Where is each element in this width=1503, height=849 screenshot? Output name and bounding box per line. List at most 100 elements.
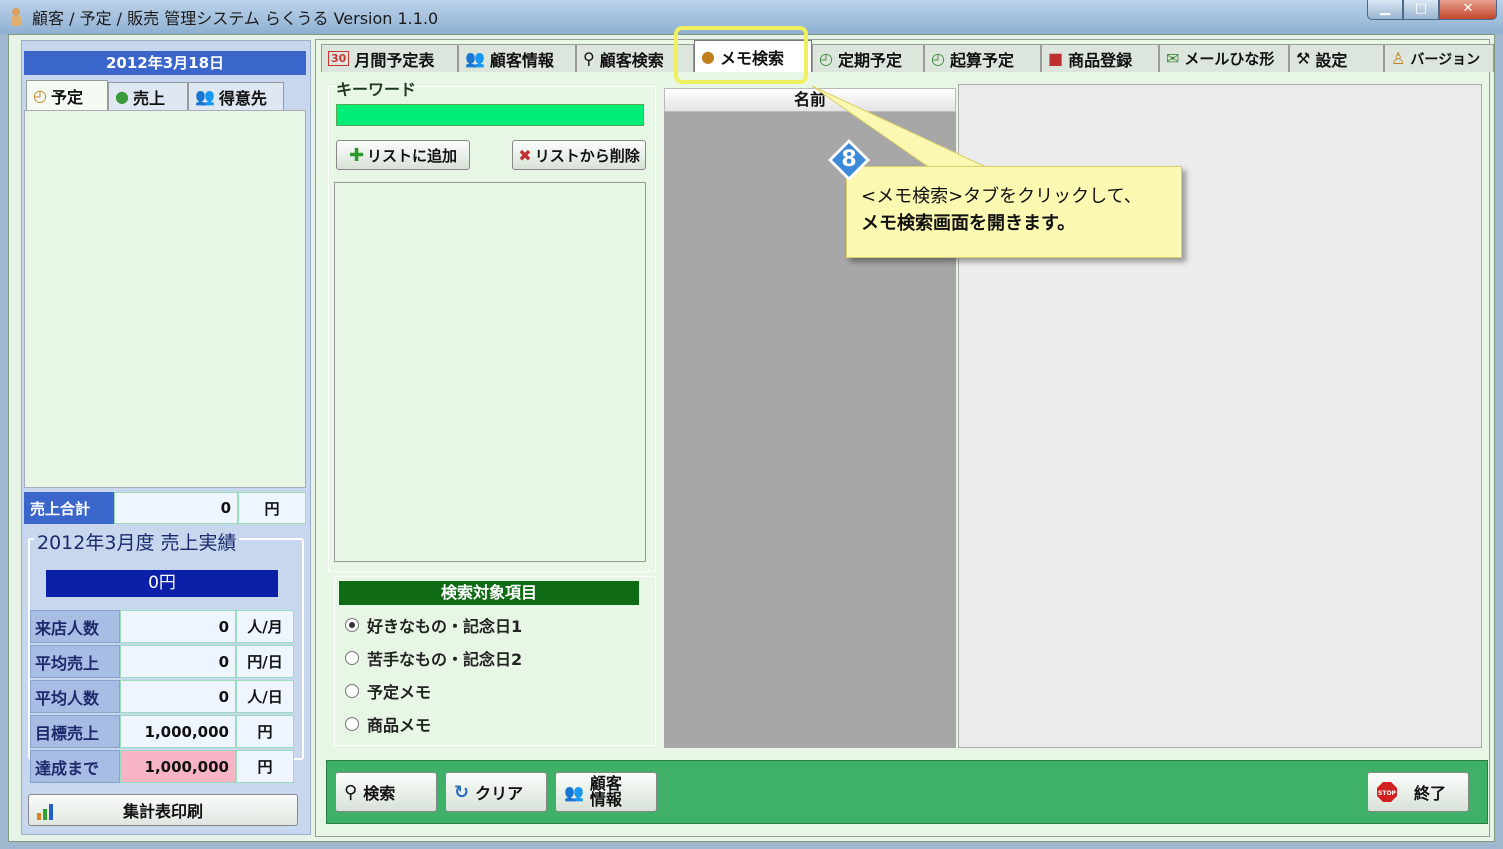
search-target-label: 予定メモ [367, 683, 432, 702]
svg-text:STOP: STOP [1378, 790, 1397, 797]
people-icon: 👥 [465, 49, 485, 68]
keyword-input[interactable] [336, 104, 644, 126]
tab-label: 定期予定 [837, 50, 902, 70]
clear-button[interactable]: ↻ クリア [445, 772, 547, 812]
left-tab-label: 得意先 [218, 88, 267, 108]
schedule-list[interactable] [24, 110, 306, 488]
current-date: 2012年3月18日 [24, 51, 306, 75]
customer-info-button[interactable]: 👥 顧客 情報 [555, 772, 657, 812]
search-target-option[interactable]: 予定メモ [345, 679, 431, 703]
search-target-option[interactable]: 好きなもの・記念日1 [345, 613, 522, 637]
left-tab-sales[interactable]: ● 売上 [108, 82, 188, 110]
tab-product-registration[interactable]: ■ 商品登録 [1041, 44, 1159, 72]
clock-icon: ◴ [819, 49, 833, 68]
close-button[interactable]: ✕ [1439, 0, 1497, 20]
close-icon: ✕ [1462, 1, 1474, 16]
remove-from-list-label: リストから削除 [534, 146, 640, 165]
callout-line1: <メモ検索>タブをクリックして、 [861, 186, 1142, 207]
search-target-label: 苦手なもの・記念日2 [367, 650, 523, 669]
search-target-option[interactable]: 苦手なもの・記念日2 [345, 646, 522, 670]
stop-icon: STOP [1377, 782, 1397, 802]
minimize-button[interactable]: ▁ [1367, 0, 1403, 20]
plus-icon: ✚ [348, 144, 365, 166]
print-summary-label: 集計表印刷 [122, 802, 203, 821]
monthly-results-title: 2012年3月度 売上実績 [34, 528, 240, 555]
callout-line2: メモ検索画面を開きます。 [861, 213, 1076, 234]
window-title: 顧客 / 予定 / 販売 管理システム らくうる Version 1.1.0 [32, 9, 439, 28]
people-icon: 👥 [564, 782, 584, 802]
results-row: 目標売上 1,000,000 円 [30, 715, 294, 748]
cross-icon: ✖ [518, 145, 532, 165]
tab-version[interactable]: ♙ バージョン [1384, 44, 1494, 72]
results-row-unit: 円 [236, 750, 294, 783]
remove-from-list-button[interactable]: ✖ リストから削除 [512, 140, 646, 170]
tab-mail-templates[interactable]: ✉ メールひな形 [1159, 44, 1289, 72]
search-target-group: 検索対象項目 好きなもの・記念日1 苦手なもの・記念日2 予定メモ 商品メモ [334, 576, 656, 746]
tab-label: 商品登録 [1068, 50, 1133, 70]
mail-icon: ✉ [1166, 49, 1180, 68]
exit-label: 終了 [1414, 784, 1447, 803]
results-row-value: 0 [120, 610, 236, 643]
bar-chart-icon [37, 804, 53, 820]
tab-label: 月間予定表 [354, 50, 435, 70]
search-icon: ⚲ [344, 781, 358, 803]
keyword-label: キーワード [336, 80, 417, 99]
results-row-label: 平均人数 [30, 680, 120, 713]
results-row-label: 目標売上 [30, 715, 120, 748]
customer-info-line2: 情報 [589, 790, 622, 809]
left-tab-clients[interactable]: 👥 得意先 [188, 82, 284, 110]
search-target-label: 好きなもの・記念日1 [367, 617, 523, 636]
results-row: 来店人数 0 人/月 [30, 610, 294, 643]
results-row: 平均人数 0 人/日 [30, 680, 294, 713]
monthly-results-total: 0円 [46, 570, 278, 597]
search-target-label: 商品メモ [367, 716, 432, 735]
results-row: 達成まで 1,000,000 円 [30, 750, 294, 783]
results-row-value: 0 [120, 645, 236, 678]
clock-icon: ◴ [931, 49, 945, 68]
tab-label: 顧客情報 [489, 50, 554, 70]
results-row-value: 0 [120, 680, 236, 713]
add-to-list-button[interactable]: ✚ リストに追加 [336, 140, 470, 170]
tab-label: 顧客検索 [599, 50, 664, 70]
tab-settings[interactable]: ⚒ 設定 [1289, 44, 1384, 72]
radio-icon [345, 684, 359, 698]
tools-icon: ⚒ [1296, 49, 1311, 68]
clear-label: クリア [475, 784, 524, 803]
app-icon [11, 8, 21, 26]
money-bag-icon: ● [115, 87, 129, 106]
results-row-value: 1,000,000 [120, 715, 236, 748]
radio-icon [345, 651, 359, 665]
left-tabs: ◴ 予定 ● 売上 👥 得意先 [26, 80, 284, 110]
app-frame: 2012年3月18日 ◴ 予定 ● 売上 👥 得意先 売上合計 0 円 2012… [8, 34, 1495, 842]
radio-selected-icon [345, 618, 359, 632]
search-button[interactable]: ⚲ 検索 [335, 772, 437, 812]
tab-monthly-schedule[interactable]: 30 月間予定表 [321, 44, 458, 72]
left-tab-schedule[interactable]: ◴ 予定 [26, 80, 108, 110]
radio-icon [345, 717, 359, 731]
step-number: 8 [841, 147, 857, 172]
search-target-option[interactable]: 商品メモ [345, 712, 431, 736]
step-badge: 8 [827, 138, 871, 182]
results-row-unit: 円/日 [236, 645, 294, 678]
add-to-list-label: リストに追加 [367, 146, 458, 165]
tab-reckoned-schedule[interactable]: ◴ 起算予定 [924, 44, 1041, 72]
tab-customer-info[interactable]: 👥 顧客情報 [458, 44, 576, 72]
tab-recurring-schedule[interactable]: ◴ 定期予定 [812, 44, 924, 72]
results-row-unit: 円 [236, 715, 294, 748]
search-label: 検索 [363, 784, 396, 803]
results-row-label: 達成まで [30, 750, 120, 783]
name-column-header[interactable]: 名前 [664, 88, 956, 112]
keyword-list[interactable] [334, 182, 646, 562]
gift-icon: ■ [1048, 49, 1064, 68]
results-row-value: 1,000,000 [120, 750, 236, 783]
results-row-label: 来店人数 [30, 610, 120, 643]
tab-label: メールひな形 [1184, 50, 1275, 68]
minimize-icon: ▁ [1380, 1, 1390, 16]
tab-label: 起算予定 [949, 50, 1014, 70]
sales-total-row: 売上合計 0 円 [24, 492, 306, 524]
maximize-icon: □ [1414, 1, 1428, 16]
results-row-unit: 人/月 [236, 610, 294, 643]
exit-button[interactable]: STOP 終了 [1367, 772, 1469, 812]
print-summary-button[interactable]: 集計表印刷 [28, 794, 298, 826]
maximize-button[interactable]: □ [1403, 0, 1439, 20]
